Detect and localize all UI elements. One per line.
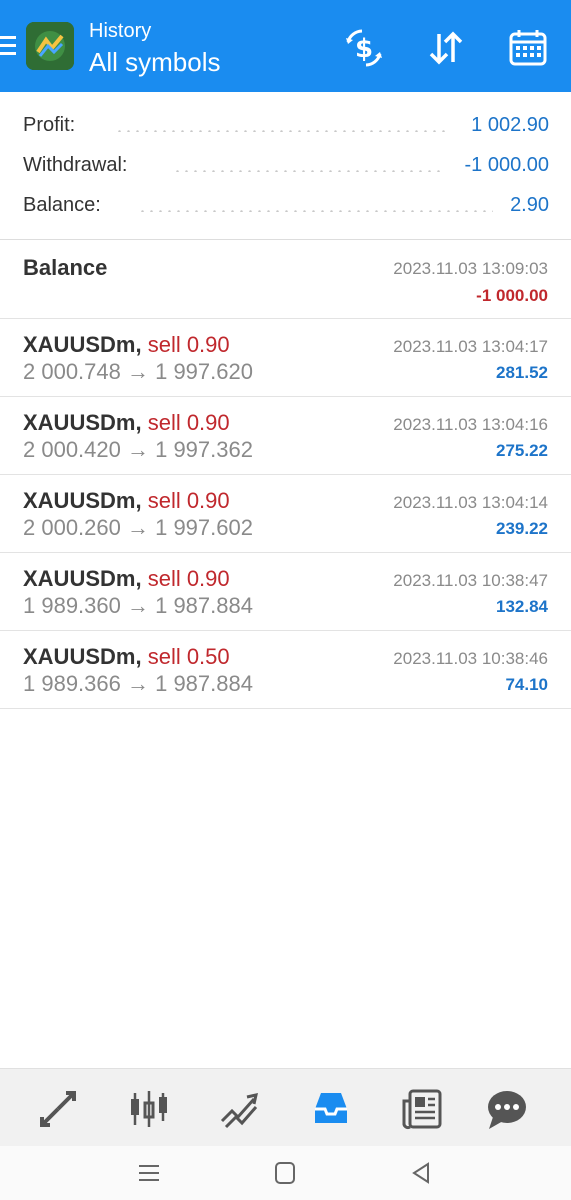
deal-time: 2023.11.03 10:38:46 <box>393 649 548 668</box>
deal-profit: 239.22 <box>496 519 548 538</box>
balance-entry-label: Balance <box>23 255 108 280</box>
home-icon[interactable] <box>272 1160 298 1186</box>
deal-symbol: XAUUSDm, <box>23 644 142 669</box>
dot-leader <box>138 210 493 212</box>
dot-leader <box>173 170 443 172</box>
deal-symbol: XAUUSDm, <box>23 332 142 357</box>
bottom-tab-bar <box>0 1068 571 1147</box>
deal-side: sell 0.90 <box>147 332 230 357</box>
deal-time: 2023.11.03 13:04:17 <box>393 337 548 356</box>
deal-symbol: XAUUSDm, <box>23 566 142 591</box>
deal-row[interactable]: XAUUSDm, sell 0.50 2023.11.03 10:38:46 1… <box>0 631 571 709</box>
deal-symbol: XAUUSDm, <box>23 410 142 435</box>
svg-text:$: $ <box>355 34 373 64</box>
chart-icon[interactable] <box>127 1087 171 1131</box>
summary-panel: Profit: 1 002.90 Withdrawal: -1 000.00 B… <box>0 92 571 240</box>
deal-prices: 2 000.748 → 1 997.620 <box>23 359 253 384</box>
dollar-refresh-icon[interactable]: $ <box>342 26 386 70</box>
deal-prices: 2 000.260 → 1 997.602 <box>23 515 253 540</box>
profit-row: Profit: 1 002.90 <box>23 114 549 144</box>
header-subtitle: History <box>89 20 152 42</box>
calendar-icon[interactable] <box>506 26 550 70</box>
dot-leader <box>115 130 445 132</box>
messages-icon[interactable] <box>485 1087 529 1131</box>
deal-profit: 74.10 <box>505 675 548 694</box>
balance-row: Balance: 2.90 <box>23 194 549 224</box>
deal-prices: 2 000.420 → 1 997.362 <box>23 437 253 462</box>
balance-value: 2.90 <box>510 194 549 216</box>
balance-entry[interactable]: Balance 2023.11.03 13:09:03 -1 000.00 <box>0 240 571 319</box>
recents-icon[interactable] <box>136 1160 162 1186</box>
withdrawal-value: -1 000.00 <box>464 154 549 176</box>
deal-side: sell 0.90 <box>147 410 230 435</box>
deal-time: 2023.11.03 13:04:16 <box>393 415 548 434</box>
deal-row[interactable]: XAUUSDm, sell 0.90 2023.11.03 13:04:14 2… <box>0 475 571 553</box>
sort-icon[interactable] <box>424 26 468 70</box>
app-logo <box>26 22 74 70</box>
deal-profit: 275.22 <box>496 441 548 460</box>
trade-icon[interactable] <box>218 1087 262 1131</box>
news-icon[interactable] <box>400 1087 444 1131</box>
withdrawal-row: Withdrawal: -1 000.00 <box>23 154 549 184</box>
back-icon[interactable] <box>408 1160 434 1186</box>
header-title[interactable]: All symbols <box>89 47 220 78</box>
deal-symbol: XAUUSDm, <box>23 488 142 513</box>
balance-entry-time: 2023.11.03 13:09:03 <box>393 259 548 278</box>
menu-icon[interactable] <box>0 36 16 58</box>
deal-profit: 132.84 <box>496 597 548 616</box>
deal-row[interactable]: XAUUSDm, sell 0.90 2023.11.03 13:04:16 2… <box>0 397 571 475</box>
deal-row[interactable]: XAUUSDm, sell 0.90 2023.11.03 10:38:47 1… <box>0 553 571 631</box>
withdrawal-label: Withdrawal: <box>23 154 128 176</box>
deal-prices: 1 989.366 → 1 987.884 <box>23 671 253 696</box>
deal-side: sell 0.50 <box>147 644 230 669</box>
deal-prices: 1 989.360 → 1 987.884 <box>23 593 253 618</box>
deal-profit: 281.52 <box>496 363 548 382</box>
app-header: History All symbols $ <box>0 0 571 92</box>
system-nav-bar <box>0 1146 571 1200</box>
balance-label: Balance: <box>23 194 101 216</box>
deal-time: 2023.11.03 13:04:14 <box>393 493 548 512</box>
quotes-icon[interactable] <box>36 1087 80 1131</box>
profit-label: Profit: <box>23 114 76 136</box>
deal-side: sell 0.90 <box>147 566 230 591</box>
deal-side: sell 0.90 <box>147 488 230 513</box>
deal-row[interactable]: XAUUSDm, sell 0.90 2023.11.03 13:04:17 2… <box>0 319 571 397</box>
deal-time: 2023.11.03 10:38:47 <box>393 571 548 590</box>
profit-value: 1 002.90 <box>471 114 549 136</box>
history-icon[interactable] <box>309 1087 353 1131</box>
balance-entry-amount: -1 000.00 <box>476 286 548 305</box>
